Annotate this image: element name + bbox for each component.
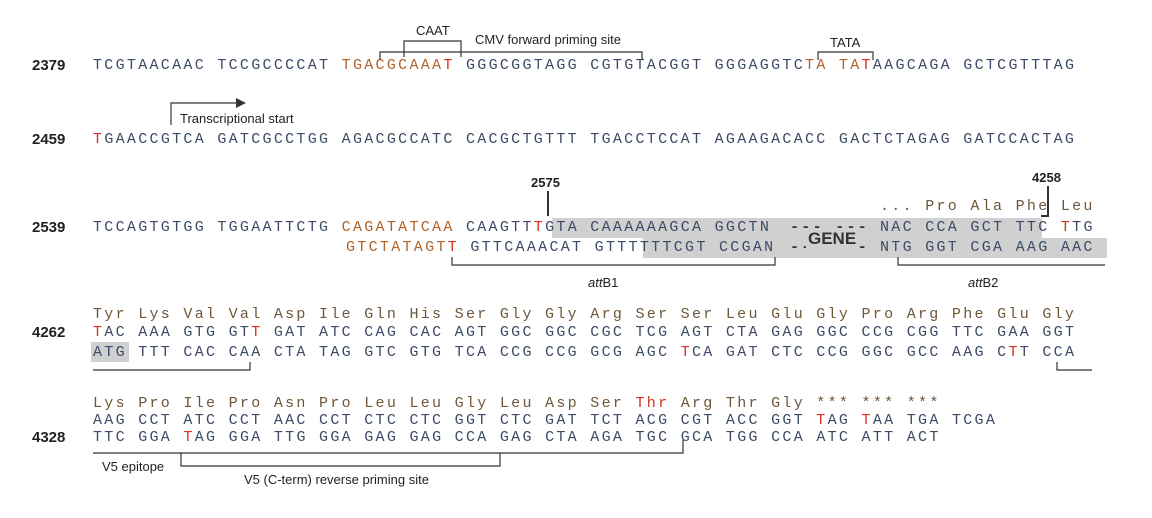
arrow-head-icon (236, 98, 246, 108)
caat-bracket (403, 40, 462, 57)
atg-bracket (93, 362, 251, 371)
attb1-bracket (451, 257, 776, 266)
sequence-map: 2379 2459 2539 4262 4328 TCGTAACAAC TCCG… (0, 0, 1152, 518)
position-4258-tick (1041, 186, 1049, 217)
cmv-forward-bracket (379, 51, 643, 60)
right-end-bracket (1056, 362, 1092, 371)
v5-epitope-bracket (93, 440, 684, 454)
attb2-bracket (897, 257, 1105, 266)
v5-reverse-bracket (180, 453, 501, 467)
tata-bracket (817, 51, 874, 60)
annotation-brackets (93, 40, 1105, 467)
transcriptional-start-arrow (170, 102, 236, 125)
